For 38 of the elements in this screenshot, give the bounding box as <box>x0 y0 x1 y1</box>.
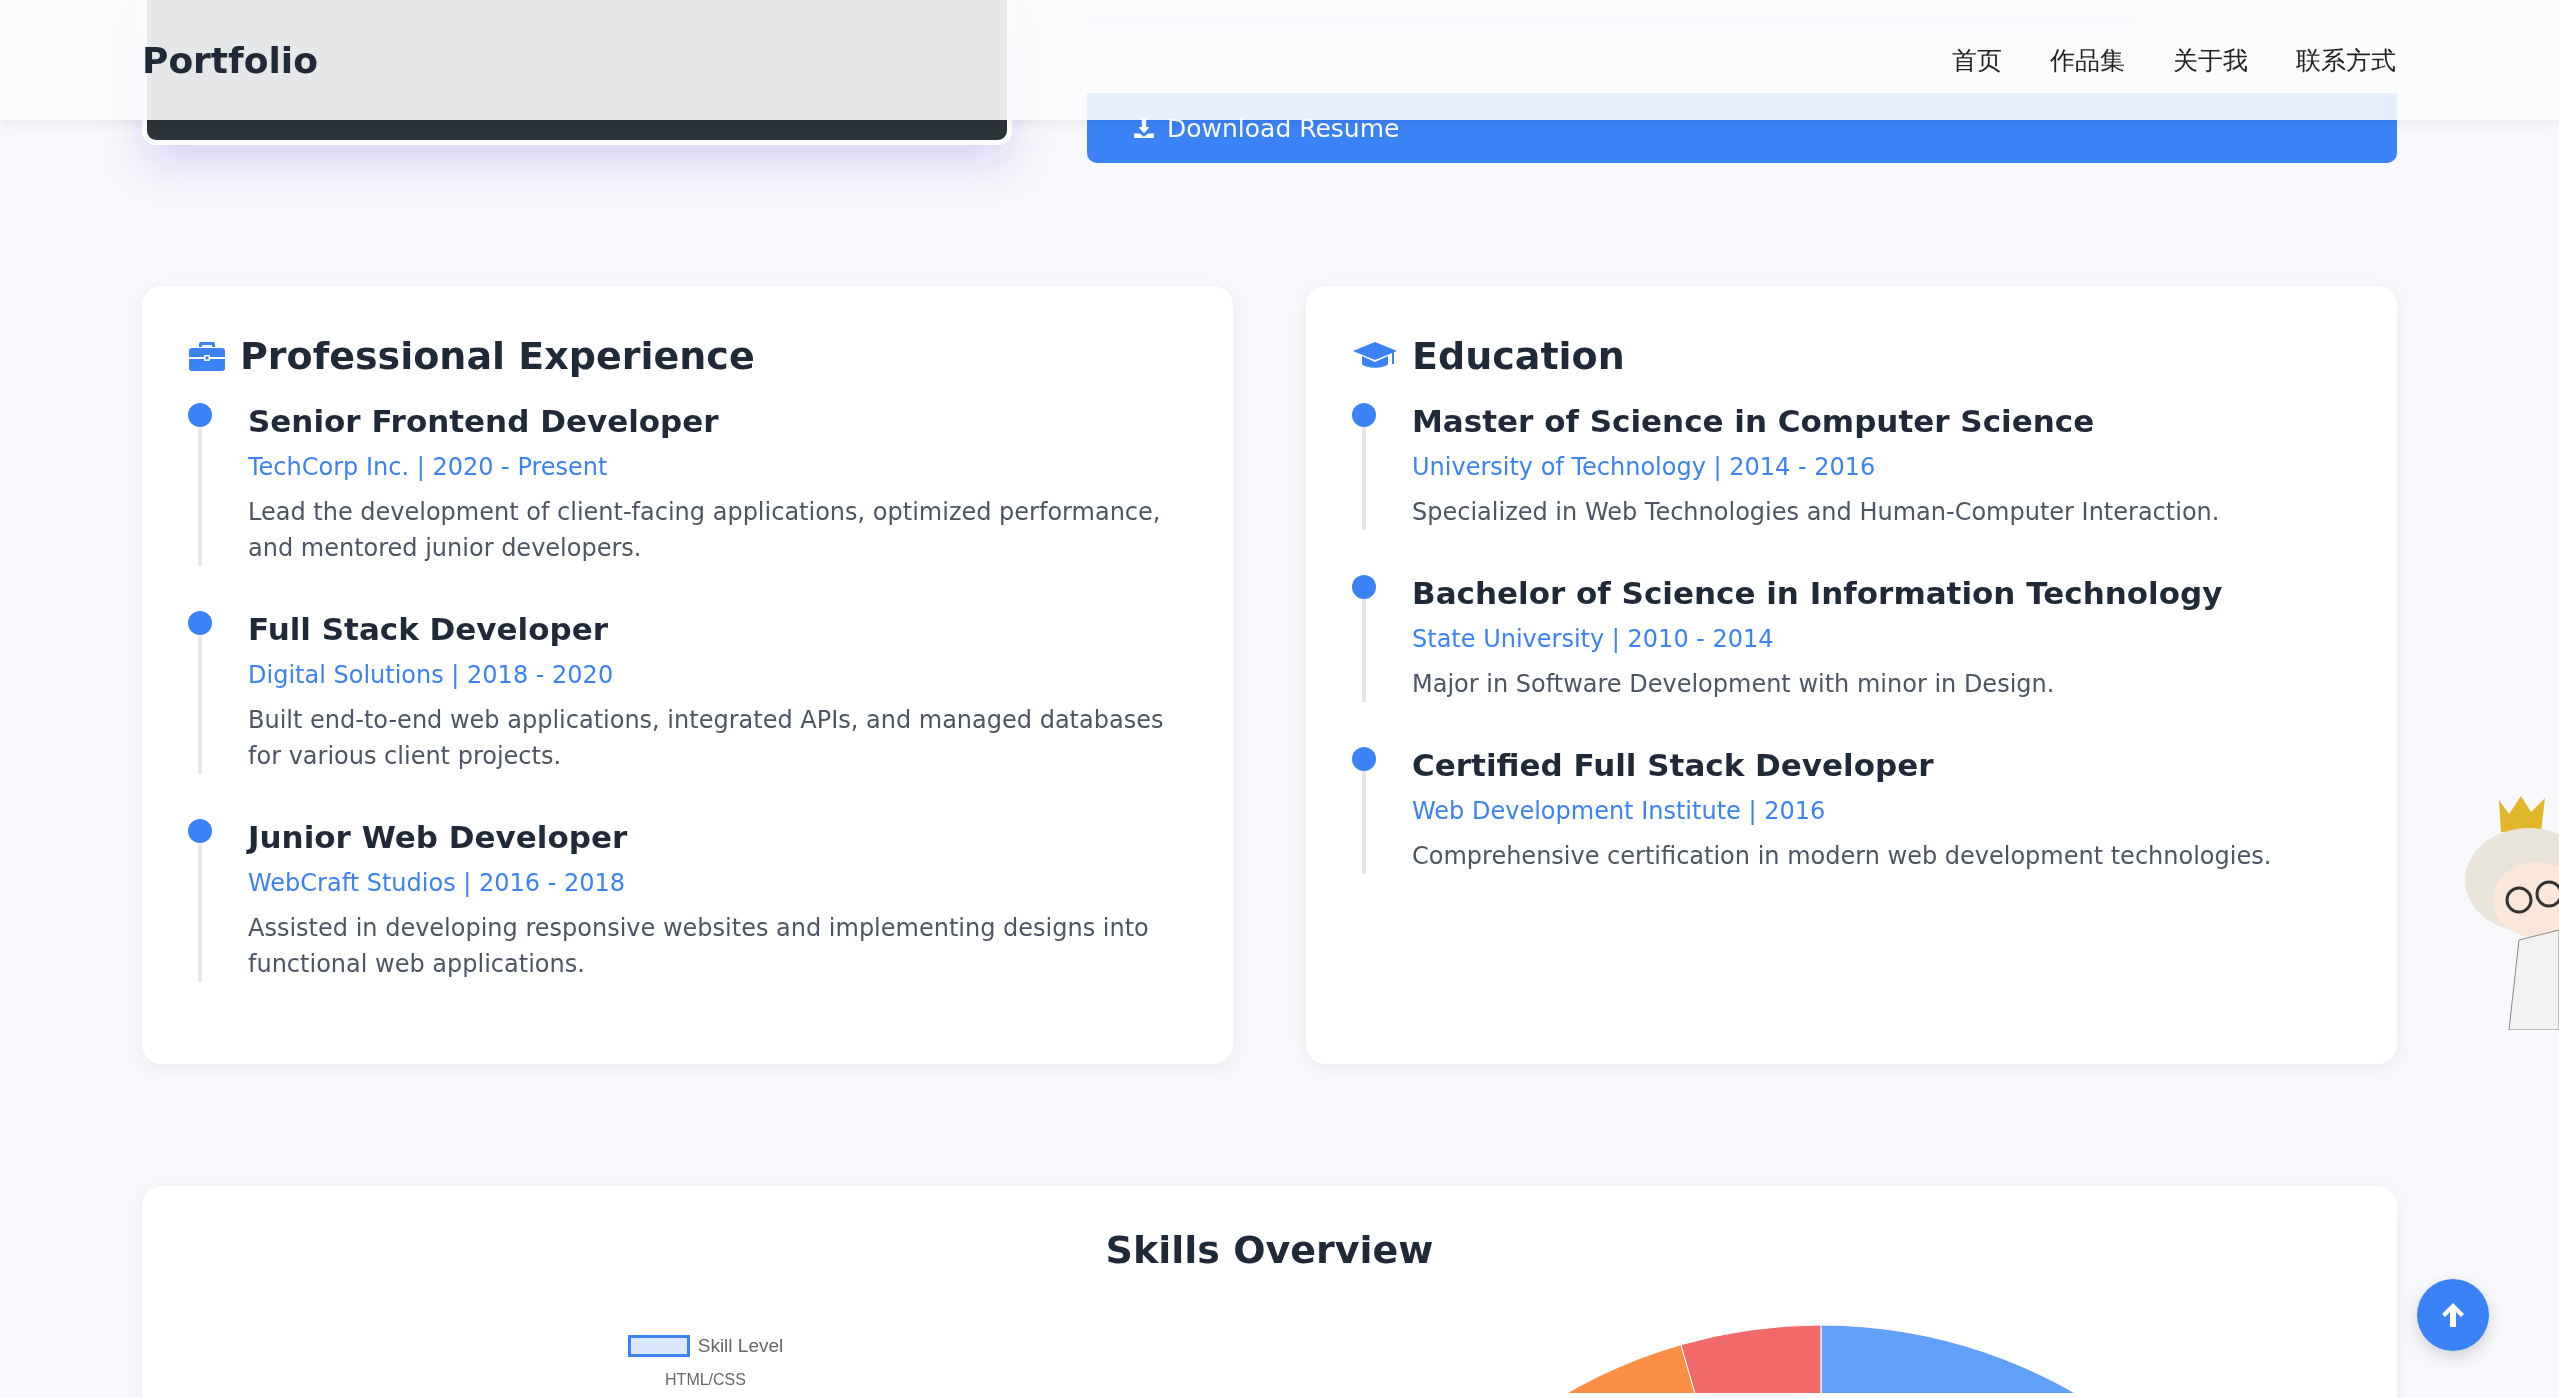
timeline-dot <box>1352 747 1376 771</box>
site-logo[interactable]: Portfolio <box>142 39 318 81</box>
back-to-top-button[interactable] <box>2417 1279 2489 1351</box>
entry-description: Major in Software Development with minor in Design. <box>1412 669 2056 700</box>
entry-title: Certified Full Stack Developer <box>1412 746 1935 785</box>
entry-subtitle: WebCraft Studios | 2016 - 2018 <box>248 868 627 899</box>
entry-title: Full Stack Developer <box>248 610 609 649</box>
section-title: Education <box>1412 334 1625 378</box>
section-title: Professional Experience <box>240 334 755 378</box>
entry-subtitle: Web Development Institute | 2016 <box>1412 796 1827 827</box>
entry-title: Junior Web Developer <box>248 818 629 857</box>
section-title: Skills Overview <box>1104 1227 1435 1274</box>
nav-link[interactable]: 关于我 <box>2173 43 2248 77</box>
entry-subtitle: Digital Solutions | 2018 - 2020 <box>248 660 615 691</box>
nav-link[interactable]: 作品集 <box>2050 43 2125 77</box>
entry-title: Master of Science in Computer Science <box>1412 402 2096 441</box>
arrow-up-icon <box>2440 1301 2466 1329</box>
entry-subtitle: TechCorp Inc. | 2020 - Present <box>248 452 609 483</box>
entry-description: Assisted in developing responsive websites and implementing designs into functional web applications. <box>248 913 1150 980</box>
timeline-dot <box>1352 403 1376 427</box>
legend-label[interactable]: Skill Level <box>697 1335 784 1357</box>
nav-link[interactable]: 联系方式 <box>2296 43 2396 77</box>
entry-description: Specialized in Web Technologies and Human-Computer Interaction. <box>1412 497 2221 528</box>
entry-description: Built end-to-end web applications, integrated APIs, and managed databases for various client projects. <box>248 705 1165 772</box>
entry-title: Senior Frontend Developer <box>248 402 720 441</box>
timeline-dot <box>1352 575 1376 599</box>
entry-title: Bachelor of Science in Information Technology <box>1412 574 2224 613</box>
entry-subtitle: University of Technology | 2014 - 2016 <box>1412 452 1877 483</box>
briefcase-icon <box>188 340 226 372</box>
timeline-dot <box>188 403 212 427</box>
entry-subtitle: State University | 2010 - 2014 <box>1412 624 1775 655</box>
entry-description: Lead the development of client-facing applications, optimized performance, and mentored junior developers. <box>248 497 1162 564</box>
entry-description: Comprehensive certification in modern web development technologies. <box>1412 841 2273 872</box>
legend-swatch <box>627 1335 690 1357</box>
timeline-dot <box>188 819 212 843</box>
nav-link[interactable]: 首页 <box>1952 43 2002 77</box>
axis-label: HTML/CSS <box>665 1371 746 1389</box>
timeline-dot <box>188 611 212 635</box>
